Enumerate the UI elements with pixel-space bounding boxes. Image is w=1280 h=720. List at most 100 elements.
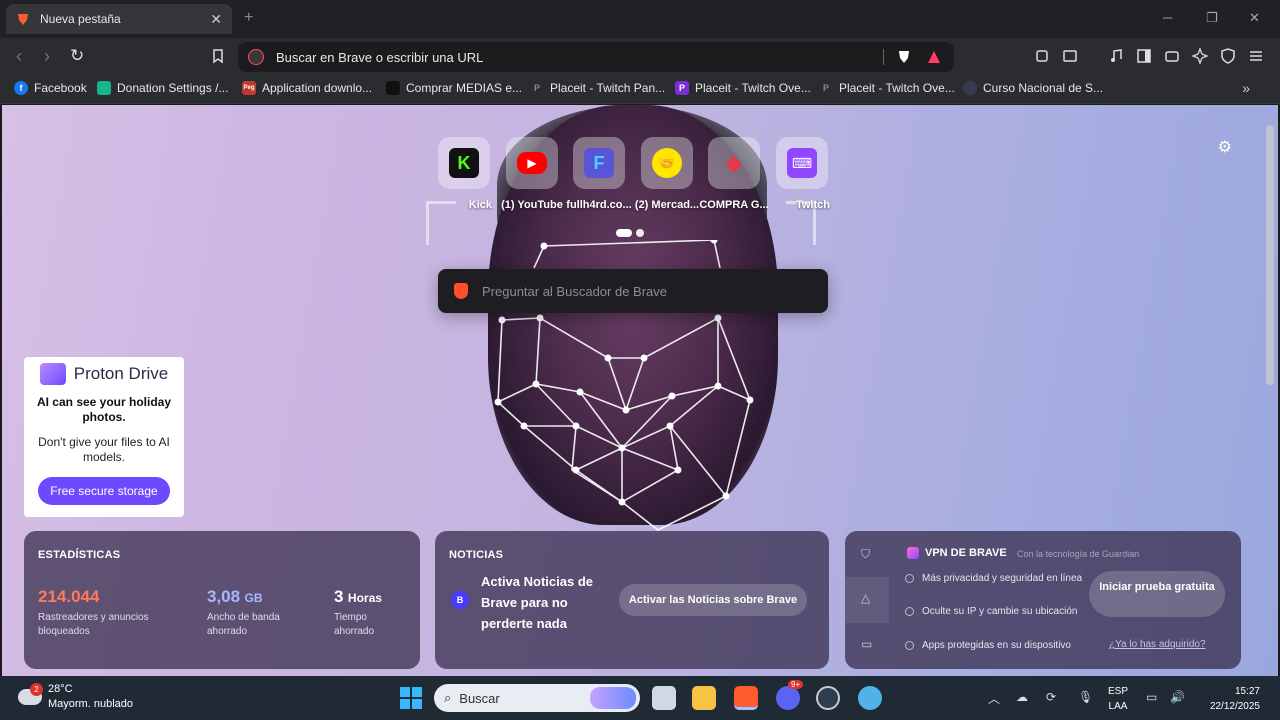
input-language[interactable]: ESP LAA xyxy=(1108,684,1128,714)
search-highlight-image xyxy=(590,687,636,709)
tab-close-icon[interactable]: ✕ xyxy=(210,11,222,28)
vpn-shield-icon[interactable] xyxy=(1220,48,1236,64)
site-info-icon[interactable] xyxy=(248,49,264,65)
task-view-icon[interactable] xyxy=(652,686,676,710)
top-site-fullh4rd[interactable]: F fullh4rd.co... xyxy=(566,137,632,213)
back-button[interactable]: ‹ xyxy=(16,46,22,67)
windows-start-icon[interactable] xyxy=(400,687,422,709)
file-explorer-icon[interactable] xyxy=(692,686,716,710)
top-site-tile: ⌨ xyxy=(776,137,828,189)
sync-icon[interactable]: ⟳ xyxy=(1046,690,1056,704)
bookmark-label: Comprar MEDIAS e... xyxy=(406,81,523,95)
leo-ai-icon[interactable] xyxy=(1192,48,1208,64)
talk-camera-icon[interactable]: ▭ xyxy=(861,637,872,651)
volume-icon[interactable]: 🔊 xyxy=(1170,690,1185,704)
vpn-title-text: VPN DE BRAVE xyxy=(925,547,1007,559)
taskbar-search-input[interactable]: Buscar xyxy=(459,691,499,706)
seal-icon xyxy=(963,81,977,95)
top-site-youtube[interactable]: ▶ (1) YouTube xyxy=(501,137,563,213)
taskbar-search[interactable]: ⌕ Buscar xyxy=(434,684,640,712)
bookmark-facebook[interactable]: f Facebook xyxy=(14,81,87,95)
clock-time: 15:27 xyxy=(1234,686,1260,697)
stat-bandwidth-label: Ancho de banda ahorrado xyxy=(207,612,280,637)
top-site-mercadolibre[interactable]: 🤝 (2) Mercad... xyxy=(635,137,699,213)
ad-headline: AI can see your holiday photos. xyxy=(36,395,172,424)
keyboard-layout: LAA xyxy=(1108,701,1128,712)
top-site-twitch[interactable]: ⌨ Twitch xyxy=(774,137,830,213)
brave-rewards-icon[interactable] xyxy=(926,49,942,65)
check-icon xyxy=(905,607,914,616)
tab-new-tab[interactable]: Nueva pestaña ✕ xyxy=(6,4,232,34)
ad-cta-button[interactable]: Free secure storage xyxy=(38,477,170,505)
reader-mode-icon[interactable] xyxy=(1062,48,1078,64)
placeit-icon: P xyxy=(675,81,689,95)
enable-news-button[interactable]: Activar las Noticias sobre Brave xyxy=(619,584,807,616)
globe-app-icon[interactable] xyxy=(858,686,882,710)
vpn-shield-icon[interactable]: ⛉ xyxy=(861,547,870,562)
address-input[interactable]: Buscar en Brave o escribir una URL xyxy=(276,50,883,65)
start-trial-button[interactable]: Iniciar prueba gratuita xyxy=(1089,571,1225,617)
bookmark-label: Facebook xyxy=(34,81,87,95)
bookmark-curso-nacional[interactable]: Curso Nacional de S... xyxy=(963,81,1103,95)
bookmark-donation-settings[interactable]: Donation Settings /... xyxy=(97,81,228,95)
network-icon[interactable]: ▭ xyxy=(1146,690,1157,704)
bookmark-placeit-twitch-overlay-2[interactable]: P Placeit - Twitch Ove... xyxy=(819,81,955,95)
placeit-icon: P xyxy=(533,83,540,93)
proton-drive-ad[interactable]: Proton Drive AI can see your holiday pho… xyxy=(24,357,184,517)
clock-date: 22/12/2025 xyxy=(1209,701,1260,712)
reload-button[interactable]: ↻ xyxy=(70,46,84,66)
close-window-button[interactable]: ✕ xyxy=(1249,10,1260,26)
top-sites-pagination xyxy=(616,229,644,237)
check-icon xyxy=(905,641,914,650)
brave-browser-icon[interactable] xyxy=(734,686,758,710)
vpn-logo-icon xyxy=(907,547,919,559)
sidebar-icon[interactable] xyxy=(1136,48,1152,64)
more-bookmarks-icon[interactable]: » xyxy=(1242,80,1250,96)
microphone-icon[interactable]: 🎙 xyxy=(1078,690,1093,704)
stats-title: ESTADÍSTICAS xyxy=(38,549,121,561)
minimize-button[interactable]: ─ xyxy=(1163,10,1172,25)
top-site-compra-gamer[interactable]: ◆ COMPRA G... xyxy=(699,137,769,213)
bookmark-label: Placeit - Twitch Ove... xyxy=(839,81,955,95)
bookmark-placeit-twitch-panel[interactable]: P Placeit - Twitch Pan... xyxy=(530,81,665,95)
bookmark-comprar-medias[interactable]: Comprar MEDIAS e... xyxy=(386,81,522,95)
address-bar[interactable]: Buscar en Brave o escribir una URL xyxy=(238,42,954,72)
kick-icon: K xyxy=(449,148,479,178)
page-dot-active[interactable] xyxy=(616,229,632,237)
bookmark-application-download[interactable]: Peg Application downlo... xyxy=(242,81,372,95)
already-purchased-link[interactable]: ¿Ya lo has adquirido? xyxy=(1109,639,1206,650)
brave-search-box[interactable]: Preguntar al Buscador de Brave xyxy=(438,269,828,313)
tray-overflow-icon[interactable]: ︿ xyxy=(988,690,1000,707)
discord-icon[interactable]: 9+ xyxy=(776,680,804,710)
news-title: NOTICIAS xyxy=(449,549,504,561)
top-site-kick[interactable]: K Kick xyxy=(436,137,492,213)
obs-icon[interactable] xyxy=(816,686,840,710)
system-clock[interactable]: 15:27 22/12/2025 xyxy=(1210,684,1260,714)
top-site-tile: K xyxy=(438,137,490,189)
new-tab-button[interactable]: + xyxy=(244,9,253,27)
menu-icon[interactable] xyxy=(1248,48,1264,64)
forward-button[interactable]: › xyxy=(44,46,50,67)
page-dot[interactable] xyxy=(636,229,644,237)
top-site-label: (1) YouTube xyxy=(501,199,563,211)
stat-bandwidth-value: 3,08 xyxy=(207,587,241,606)
weather-widget[interactable]: 2 28°C Mayorm. nublado xyxy=(18,682,133,712)
search-input[interactable]: Preguntar al Buscador de Brave xyxy=(482,284,667,299)
page-scrollbar[interactable] xyxy=(1266,125,1274,385)
bookmark-label: Placeit - Twitch Pan... xyxy=(550,81,666,95)
cloud-icon: 2 xyxy=(18,683,43,705)
restore-button[interactable]: ❐ xyxy=(1206,10,1218,26)
brave-shields-icon[interactable] xyxy=(896,49,912,65)
rewards-triangle-icon: △ xyxy=(861,591,871,605)
bookmark-icon[interactable] xyxy=(210,48,226,64)
music-icon[interactable] xyxy=(1108,48,1124,64)
onedrive-icon[interactable]: ☁ xyxy=(1016,690,1028,704)
top-site-label: fullh4rd.co... xyxy=(566,199,632,211)
rewards-tab[interactable]: △ xyxy=(845,577,889,623)
bookmark-placeit-twitch-overlay[interactable]: P Placeit - Twitch Ove... xyxy=(675,81,811,95)
compra-gamer-icon: ◆ xyxy=(725,150,743,175)
wallet-icon[interactable] xyxy=(1164,48,1180,64)
extensions-icon[interactable] xyxy=(1034,48,1050,64)
bookmark-label: Application downlo... xyxy=(262,81,373,95)
customize-gear-icon[interactable]: ⚙ xyxy=(1218,137,1232,157)
